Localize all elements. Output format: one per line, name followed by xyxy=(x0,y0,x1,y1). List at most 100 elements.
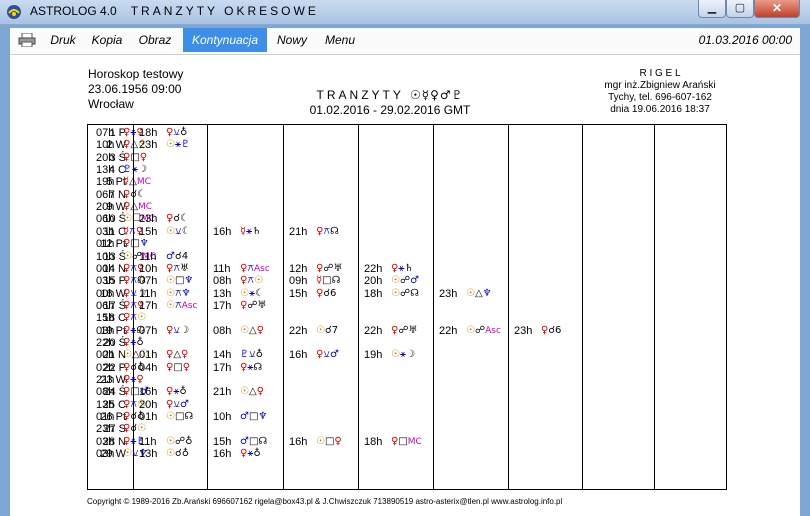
birth-place: Wrocław xyxy=(88,97,134,111)
application-window: ASTROLOG 4.0 TRANZYTY OKRESOWE ▁ ▢ ✕ Druk… xyxy=(0,0,810,516)
transit-time: 21h xyxy=(213,386,232,399)
table-row: 18 C 15h ♀⚻☉ xyxy=(88,312,724,324)
transit-aspect: ☉⚹♇ xyxy=(166,139,190,151)
copyright-footer: Copyright © 1989-2016 Zb.Arański 6966071… xyxy=(87,497,563,506)
report-period: 01.02.2016 - 29.02.2016 GMT xyxy=(309,103,471,117)
transit-aspect: ☉⚺☾ xyxy=(166,225,191,237)
printer-icon[interactable] xyxy=(18,33,36,47)
table-row: 22 P 02h ♀☌♁ 04h ♀□♀ 17h ♀⚹☊ xyxy=(88,362,724,374)
transit-aspect: ☉☌7 xyxy=(316,324,339,336)
table-row: 29 W 03h ☉⚺♆ 13h ☉☌♁ 16h ♀⚹♁ xyxy=(88,448,724,460)
transit-aspect: ♀☌☾ xyxy=(123,188,147,200)
transit-table: 1 P 07h ♀⚹♀ 18h ♀⚺♁ 2 W 10h ♀△☉ 23h ☉⚹♇ 3 Ś 20h ♀□♀ 4… xyxy=(87,124,727,490)
transit-aspect: ♀△♀ xyxy=(166,349,189,361)
transit-aspect: ♀☌6 xyxy=(316,287,337,299)
window-title: ASTROLOG 4.0 TRANZYTY OKRESOWE xyxy=(30,4,319,18)
menu-item-menu[interactable]: Menu xyxy=(320,28,360,52)
transit-aspect: ♂☌4 xyxy=(166,250,189,262)
transit-aspect: ♀□MC xyxy=(391,435,422,447)
menu-item-kopia[interactable]: Kopia xyxy=(88,28,126,52)
transit-time: 13h xyxy=(213,287,232,300)
transit-time: 23h xyxy=(139,139,158,152)
transit-time: 20h xyxy=(139,398,158,411)
transit-aspect: ☉⚹☾ xyxy=(240,287,264,299)
transit-aspect: ♀⚹♁ xyxy=(123,336,144,348)
menu-item-kontynuacja[interactable]: Kontynuacja xyxy=(183,28,267,52)
transit-time: 17h xyxy=(213,361,232,374)
transit-time: 01h xyxy=(96,238,115,251)
transit-time: 03h xyxy=(96,225,115,238)
table-row: 7 N 06h ♀☌☾ xyxy=(88,189,724,201)
table-row: 3 Ś 20h ♀□♀ xyxy=(88,152,724,164)
transit-time: 03h xyxy=(96,448,115,461)
transit-aspect: ☿△MC xyxy=(123,176,151,188)
table-row: 19 Pt 03h ♀⚹☊ 07h ♀⚺☽ 08h ☉△♀ 22h ☉☌7 22h ♀☍♅ 22h ☉☍… xyxy=(88,325,724,337)
transit-aspect: ☉☍Asc xyxy=(466,324,501,336)
transit-time: 08h xyxy=(213,324,232,337)
transit-aspect: ♀⚹☊ xyxy=(240,361,263,373)
transit-time: 16h xyxy=(289,435,308,448)
transit-aspect: ♂□☊ xyxy=(240,435,268,447)
maximize-button[interactable]: ▢ xyxy=(726,0,754,18)
table-row: 16 W 00h ♀⚺☽ 11h ☉⚻♆ 13h ☉⚹☾ 15h ♀☌6 18h ☉☍☊ 23h ☉△♆ xyxy=(88,288,724,300)
author-name: mgr inż.Zbigniew Arański xyxy=(604,80,716,91)
transit-time: 11h xyxy=(139,287,157,300)
minimize-button[interactable]: ▁ xyxy=(698,0,726,18)
transit-aspect: ♀☌☾ xyxy=(166,213,190,225)
menu-item-nowy[interactable]: Nowy xyxy=(272,28,312,52)
transit-time: 09h xyxy=(289,275,308,288)
transit-time: 04h xyxy=(139,361,158,374)
transit-aspect: ♀⚻Asc xyxy=(240,262,270,274)
transit-time: 11h xyxy=(139,435,157,448)
transit-aspect: ☉□♀ xyxy=(316,435,342,447)
transit-aspect: ♀☌☉ xyxy=(123,423,147,435)
transit-time: 01h xyxy=(139,411,158,424)
close-button[interactable]: ✕ xyxy=(754,0,800,18)
transit-aspect: ☉☍♂ xyxy=(391,275,420,287)
transit-time: 07h xyxy=(139,275,158,288)
table-row: 21 N 00h ☉△☉ 01h ♀△♀ 14h ♇⚺♁ 16h ♀⚺♂ 19h ☉⚹☽ xyxy=(88,349,724,361)
author-contact: Tychy, tel. 696-607-162 xyxy=(608,92,712,103)
transit-time: 23h xyxy=(514,324,533,337)
transit-aspect: ☉⚹☽ xyxy=(391,349,415,361)
table-row: 17 Ś 06h ♀⚻♀ 17h ☉⚻Asc 17h ♀☍♅ xyxy=(88,300,724,312)
transit-time: 19h xyxy=(96,176,115,189)
transit-aspect: ♀⚺♂ xyxy=(316,349,339,361)
transit-aspect: ♀⚻☉ xyxy=(240,275,263,287)
transit-aspect: ☉⚻Asc xyxy=(166,299,198,311)
transit-aspect: ♀⚹♀ xyxy=(123,374,144,385)
transit-aspect: ☉⚻♆ xyxy=(166,287,191,299)
menu-item-druk[interactable]: Druk xyxy=(46,28,80,52)
transit-time: 18h xyxy=(364,435,383,448)
table-row: 10 Ś 06h ☉☐MC 23h ♀☌☾ xyxy=(88,213,724,225)
transit-time: 07h xyxy=(139,324,158,337)
transit-time: 18h xyxy=(139,127,158,139)
transit-time: 06h xyxy=(96,188,115,201)
transit-aspect: ☉△♀ xyxy=(240,324,264,336)
transit-aspect: ♀□♆ xyxy=(123,238,149,250)
table-row: 1 P 07h ♀⚹♀ 18h ♀⚺♁ xyxy=(88,127,724,139)
menu-date: 01.03.2016 00:00 xyxy=(698,33,792,47)
org-name: R I G E L xyxy=(639,68,681,79)
transit-aspect: ♀☍♅ xyxy=(391,324,418,336)
transit-time: 18h xyxy=(364,287,383,300)
transit-time: 16h xyxy=(213,225,232,238)
transit-aspect: ♇⚹☽ xyxy=(123,164,147,176)
transit-time: 00h xyxy=(96,349,115,362)
transit-aspect: ☉□♆ xyxy=(166,275,194,287)
transit-aspect: ♀⚻☊ xyxy=(316,225,339,237)
transit-aspect: ♀☌6 xyxy=(541,324,562,336)
menu-item-obraz[interactable]: Obraz xyxy=(134,28,176,52)
transit-time: 06h xyxy=(96,299,115,312)
transit-aspect: ♂□♆ xyxy=(240,411,268,423)
transit-time: 23h xyxy=(139,213,158,226)
title-bar[interactable]: ASTROLOG 4.0 TRANZYTY OKRESOWE ▁ ▢ ✕ xyxy=(0,0,810,25)
transit-time: 16h xyxy=(289,349,308,362)
transit-time: 20h xyxy=(364,275,383,288)
print-date: dnia 19.06.2016 18:37 xyxy=(610,104,710,115)
transit-time: 21h xyxy=(96,374,115,386)
transit-time: 00h xyxy=(96,287,115,300)
table-row: 2 W 10h ♀△☉ 23h ☉⚹♇ xyxy=(88,139,724,151)
table-row: 24 Ś 08h ♀□♂ 16h ♀⚹♁ 21h ☉△♀ xyxy=(88,386,724,398)
chart-name: Horoskop testowy xyxy=(88,67,184,81)
